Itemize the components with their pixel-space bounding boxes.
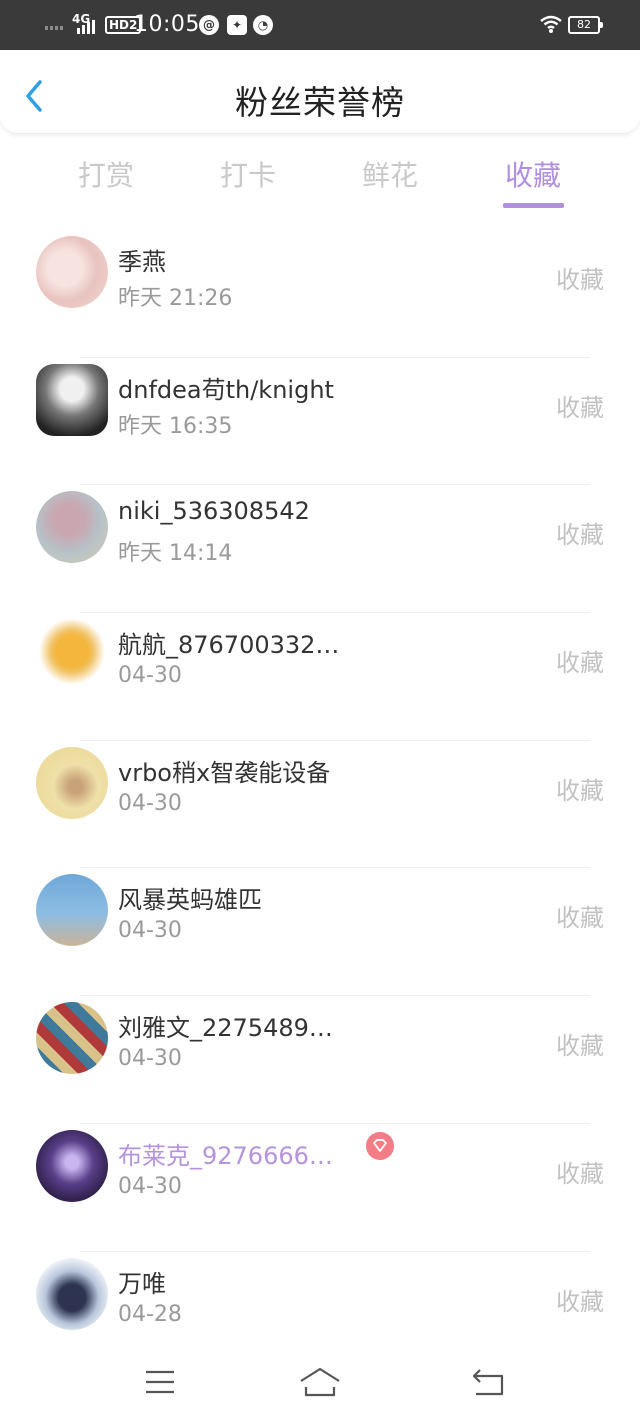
status-bar: 4G HD2 10:05 @ ✦ ◔ 82 bbox=[0, 0, 640, 50]
avatar[interactable] bbox=[36, 1002, 108, 1075]
list-item[interactable]: 季燕 昨天 21:26 收藏 bbox=[0, 230, 640, 358]
fan-name: 航航_876700332… bbox=[118, 631, 340, 660]
fan-name: 季燕 bbox=[118, 248, 166, 276]
menu-icon[interactable] bbox=[138, 1364, 182, 1400]
fan-name: vrbo稍x智袭能设备 bbox=[118, 758, 331, 787]
active-tab-indicator bbox=[503, 203, 564, 208]
tab-favorites[interactable]: 收藏 bbox=[493, 154, 573, 194]
fan-name: 布莱克_9276666… bbox=[118, 1141, 333, 1170]
fan-list: 季燕 昨天 21:26 收藏 dnfdea苟th/knight 昨天 16:35… bbox=[0, 230, 640, 1379]
fan-action: 收藏 bbox=[556, 266, 604, 294]
fan-time: 04-30 bbox=[118, 1173, 182, 1199]
fan-time: 04-30 bbox=[118, 1046, 182, 1072]
fan-name: 风暴英蚂雄匹 bbox=[118, 886, 262, 915]
home-icon[interactable] bbox=[298, 1364, 342, 1400]
header: 粉丝荣誉榜 bbox=[0, 50, 640, 134]
fan-action: 收藏 bbox=[556, 1159, 604, 1188]
fan-action: 收藏 bbox=[556, 649, 604, 678]
fan-time: 昨天 21:26 bbox=[118, 286, 233, 311]
status-time: 10:05 bbox=[134, 12, 200, 37]
fan-time: 04-28 bbox=[118, 1301, 182, 1327]
avatar[interactable] bbox=[36, 1129, 108, 1202]
list-item[interactable]: 航航_876700332… 04-30 收藏 bbox=[0, 613, 640, 741]
back-icon[interactable] bbox=[466, 1364, 510, 1400]
list-item[interactable]: vrbo稍x智袭能设备 04-30 收藏 bbox=[0, 741, 640, 869]
fan-name: 万唯 bbox=[118, 1269, 166, 1298]
list-item[interactable]: 布莱克_9276666… 04-30 收藏 bbox=[0, 1124, 640, 1252]
tab-checkin[interactable]: 打卡 bbox=[208, 154, 288, 194]
fan-time: 04-30 bbox=[118, 663, 182, 689]
fan-time: 04-30 bbox=[118, 918, 182, 944]
avatar[interactable] bbox=[36, 491, 108, 564]
fan-name: niki_536308542 bbox=[118, 497, 310, 526]
system-nav-bar bbox=[0, 1348, 640, 1422]
wifi-icon bbox=[540, 15, 562, 33]
vip-diamond-icon bbox=[366, 1131, 394, 1160]
at-icon: @ bbox=[199, 15, 219, 35]
fan-action: 收藏 bbox=[556, 393, 604, 422]
page-title: 粉丝荣誉榜 bbox=[235, 83, 405, 122]
avatar[interactable] bbox=[36, 874, 108, 947]
fan-action: 收藏 bbox=[556, 521, 604, 550]
fan-name: dnfdea苟th/knight bbox=[118, 375, 334, 404]
speed-icon: ◔ bbox=[253, 15, 273, 35]
list-item[interactable]: 刘雅文_2275489… 04-30 收藏 bbox=[0, 996, 640, 1124]
fan-action: 收藏 bbox=[556, 776, 604, 805]
fan-time: 昨天 14:14 bbox=[118, 541, 233, 567]
avatar[interactable] bbox=[36, 746, 108, 819]
signal-weak-icon bbox=[45, 26, 63, 30]
fan-action: 收藏 bbox=[556, 904, 604, 933]
battery-icon: 82 bbox=[568, 16, 603, 34]
fan-action: 收藏 bbox=[556, 1032, 604, 1061]
list-item[interactable]: dnfdea苟th/knight 昨天 16:35 收藏 bbox=[0, 358, 640, 486]
fan-time: 昨天 16:35 bbox=[118, 413, 233, 439]
list-item[interactable]: niki_536308542 昨天 14:14 收藏 bbox=[0, 485, 640, 613]
tab-flowers[interactable]: 鲜花 bbox=[350, 154, 430, 194]
avatar[interactable] bbox=[36, 363, 108, 436]
fan-action: 收藏 bbox=[556, 1287, 604, 1316]
tab-reward[interactable]: 打赏 bbox=[66, 154, 146, 194]
signal-icon bbox=[77, 20, 95, 34]
fan-time: 04-30 bbox=[118, 790, 182, 816]
avatar[interactable] bbox=[36, 1257, 108, 1330]
fan-name: 刘雅文_2275489… bbox=[118, 1014, 333, 1043]
gamepad-icon: ✦ bbox=[227, 15, 247, 35]
avatar[interactable] bbox=[36, 236, 108, 308]
list-item[interactable]: 风暴英蚂雄匹 04-30 收藏 bbox=[0, 868, 640, 996]
tab-bar: 打赏 打卡 鲜花 收藏 bbox=[0, 146, 640, 212]
avatar[interactable] bbox=[36, 619, 108, 692]
